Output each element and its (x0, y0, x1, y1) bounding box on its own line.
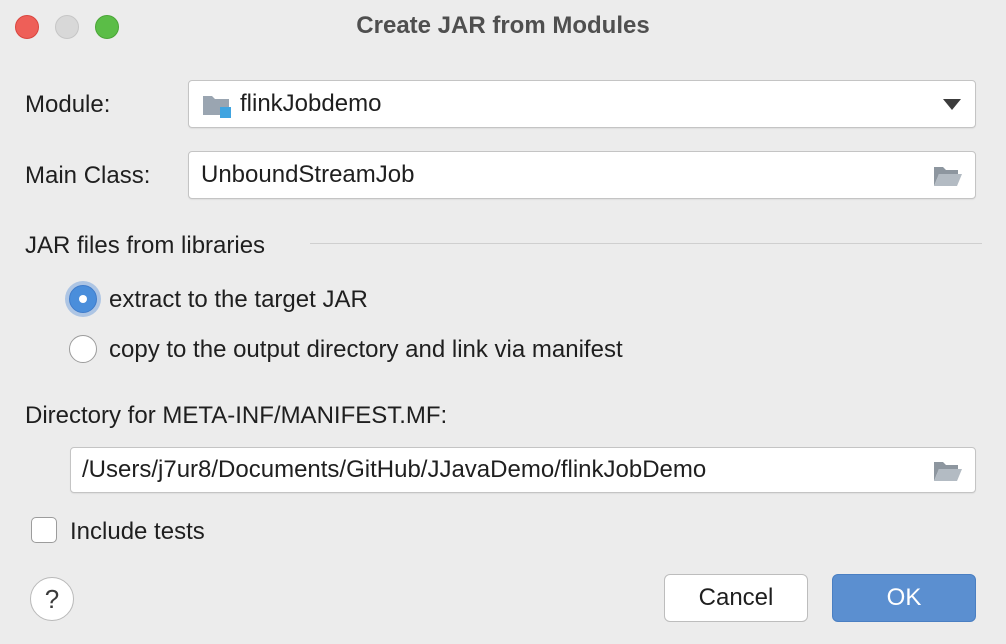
cancel-button[interactable]: Cancel (664, 574, 808, 622)
extract-radio[interactable] (69, 285, 97, 313)
title-bar: Create JAR from Modules (0, 0, 1006, 56)
ok-button[interactable]: OK (832, 574, 976, 622)
module-value: flinkJobdemo (240, 90, 382, 117)
libraries-heading: JAR files from libraries (25, 232, 266, 259)
manifest-directory-value: /Users/j7ur8/Documents/GitHub/JJavaDemo/… (82, 456, 707, 483)
browse-folder-icon[interactable] (933, 460, 963, 482)
copy-radio[interactable] (69, 335, 97, 363)
main-class-label: Main Class: (25, 162, 151, 189)
module-folder-icon (202, 93, 232, 119)
manifest-directory-field[interactable]: /Users/j7ur8/Documents/GitHub/JJavaDemo/… (70, 447, 976, 493)
extract-option-label[interactable]: extract to the target JAR (109, 286, 368, 314)
copy-option-label[interactable]: copy to the output directory and link vi… (109, 336, 623, 364)
main-class-value: UnboundStreamJob (201, 161, 415, 188)
section-divider (310, 243, 982, 244)
help-button[interactable]: ? (30, 577, 74, 621)
browse-folder-icon[interactable] (933, 165, 963, 187)
chevron-down-icon (943, 99, 961, 111)
module-label: Module: (25, 91, 111, 118)
manifest-label: Directory for META-INF/MANIFEST.MF: (25, 402, 448, 429)
module-select[interactable]: flinkJobdemo (188, 80, 976, 128)
include-tests-label[interactable]: Include tests (70, 518, 205, 546)
window-title: Create JAR from Modules (356, 12, 650, 39)
main-class-field[interactable]: UnboundStreamJob (188, 151, 976, 199)
include-tests-checkbox[interactable] (31, 517, 57, 543)
